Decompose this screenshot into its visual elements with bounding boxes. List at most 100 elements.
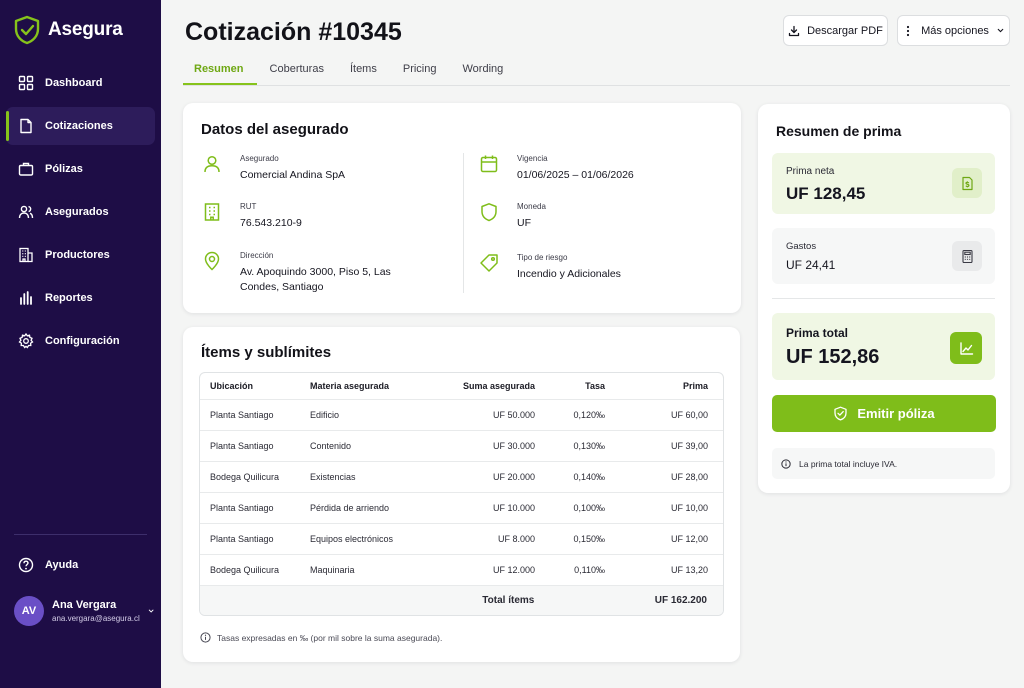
sidebar-item-label: Reportes (45, 292, 93, 304)
field-label: Dirección (240, 251, 274, 260)
tab-resumen[interactable]: Resumen (183, 57, 257, 85)
table-row[interactable]: Bodega Quilicura Maquinaria UF 12.000 0,… (200, 555, 723, 586)
cell-suma: UF 12.000 (492, 565, 535, 575)
more-options-label: Más opciones (921, 24, 989, 37)
cell-materia: Equipos electrónicos (310, 534, 394, 544)
field-value: 76.543.210-9 (240, 217, 302, 229)
user-name: Ana Vergara (52, 599, 117, 611)
sidebar-item-label: Asegurados (45, 206, 109, 218)
card-title: Resumen de prima (776, 123, 902, 139)
tab-wording[interactable]: Wording (449, 57, 516, 85)
column-header[interactable]: Tasa (535, 381, 605, 391)
sidebar-item-cotizaciones[interactable]: Cotizaciones (6, 107, 155, 145)
cell-ubicacion: Planta Santiago (210, 503, 274, 513)
column-header[interactable]: Prima (605, 381, 708, 391)
sidebar-item-dashboard[interactable]: Dashboard (6, 64, 155, 102)
cell-suma: UF 20.000 (492, 472, 535, 482)
prima-neta-label: Prima neta (786, 166, 835, 177)
field-vigencia: Vigencia 01/06/2025 – 01/06/2026 (479, 154, 634, 183)
column-header[interactable]: Materia asegurada (310, 381, 425, 391)
table-row[interactable]: Planta Santiago Contenido UF 30.000 0,13… (200, 431, 723, 462)
info-icon (781, 458, 791, 469)
table-row[interactable]: Planta Santiago Edificio UF 50.000 0,120… (200, 400, 723, 431)
gastos-value: UF 24,41 (786, 258, 836, 272)
cell-materia: Pérdida de arriendo (310, 503, 390, 513)
table-row[interactable]: Planta Santiago Equipos electrónicos UF … (200, 524, 723, 555)
total-value: UF 162.200 (654, 595, 707, 606)
brand-logo[interactable]: Asegura (14, 15, 123, 45)
field-value: Comercial Andina SpA (240, 169, 346, 181)
insured-data-card: Datos del asegurado Asegurado Comercial … (183, 103, 741, 313)
summary-divider (772, 298, 995, 299)
gear-icon (18, 333, 34, 349)
column-divider (463, 153, 464, 293)
table-total-row: Total ítems UF 162.200 (200, 586, 723, 615)
bar-chart-icon (20, 291, 32, 305)
download-pdf-label: Descargar PDF (807, 24, 883, 37)
cell-ubicacion: Planta Santiago (210, 410, 274, 420)
table-row[interactable]: Bodega Quilicura Existencias UF 20.000 0… (200, 462, 723, 493)
sidebar-nav: Dashboard Cotizaciones Pólizas Asegurado… (6, 64, 155, 365)
field-value: 01/06/2025 – 01/06/2026 (517, 169, 634, 181)
prima-total-value: UF 152,86 (786, 346, 880, 368)
building-icon (19, 247, 33, 263)
sidebar-divider (14, 534, 147, 535)
sidebar-item-configuracion[interactable]: Configuración (6, 322, 155, 360)
cell-materia: Edificio (310, 410, 340, 420)
sidebar: Asegura Dashboard Cotizaciones Pólizas A… (0, 0, 161, 688)
tab-coberturas[interactable]: Coberturas (257, 57, 337, 85)
chevron-down-icon (997, 28, 1004, 33)
info-icon (200, 632, 211, 643)
page-title: Cotización #10345 (185, 18, 402, 46)
field-value-line2: Condes, Santiago (240, 281, 324, 293)
prima-neta-value: UF 128,45 (786, 184, 866, 203)
cell-prima: UF 13,20 (670, 565, 708, 575)
cell-ubicacion: Bodega Quilicura (210, 472, 280, 482)
sidebar-item-label: Dashboard (45, 77, 103, 89)
cell-ubicacion: Planta Santiago (210, 441, 274, 451)
cell-ubicacion: Bodega Quilicura (210, 565, 280, 575)
iva-note: La prima total incluye IVA. (772, 448, 995, 479)
avatar: AV (14, 596, 44, 626)
sidebar-item-label: Cotizaciones (45, 120, 113, 132)
sidebar-item-reportes[interactable]: Reportes (6, 279, 155, 317)
sidebar-item-polizas[interactable]: Pólizas (6, 150, 155, 188)
table-header: Ubicación Materia asegurada Suma asegura… (200, 373, 723, 400)
kebab-icon (906, 25, 910, 36)
tab-pricing[interactable]: Pricing (390, 57, 450, 85)
tab-items[interactable]: Ítems (337, 57, 390, 85)
field-direccion: Dirección Av. Apoquindo 3000, Piso 5, La… (202, 251, 391, 295)
sidebar-item-label: Productores (45, 249, 110, 261)
download-pdf-button[interactable]: Descargar PDF (783, 15, 888, 46)
cell-suma: UF 8.000 (497, 534, 535, 544)
grid-icon (18, 75, 34, 91)
prima-neta-box: Prima neta UF 128,45 (772, 153, 995, 214)
user-menu[interactable]: AV Ana Vergara ana.vergara@asegura.cl (14, 596, 154, 626)
emit-policy-button[interactable]: Emitir póliza (772, 395, 996, 432)
shield-icon (481, 203, 497, 222)
shield-check-icon (834, 406, 847, 421)
gastos-box: Gastos UF 24,41 (772, 228, 995, 284)
column-header[interactable]: Ubicación (200, 381, 310, 391)
cell-tasa: 0,100‰ (573, 503, 605, 513)
cell-prima: UF 60,00 (670, 410, 708, 420)
sidebar-item-ayuda[interactable]: Ayuda (6, 546, 155, 584)
chevron-down-icon[interactable] (148, 606, 154, 616)
download-icon (788, 25, 800, 36)
items-table: Ubicación Materia asegurada Suma asegura… (199, 372, 724, 616)
field-value: UF (517, 217, 531, 229)
calendar-icon (480, 155, 498, 173)
table-row[interactable]: Planta Santiago Pérdida de arriendo UF 1… (200, 493, 723, 524)
sidebar-item-productores[interactable]: Productores (6, 236, 155, 274)
note-text: Tasas expresadas en ‰ (por mil sobre la … (217, 632, 443, 643)
field-label: Tipo de riesgo (517, 253, 568, 262)
cell-prima: UF 39,00 (670, 441, 708, 451)
field-tipo-riesgo: Tipo de riesgo Incendio y Adicionales (479, 253, 621, 282)
help-section: Ayuda (6, 546, 155, 589)
cell-prima: UF 10,00 (670, 503, 708, 513)
cell-tasa: 0,140‰ (573, 472, 605, 482)
column-header[interactable]: Suma asegurada (425, 381, 535, 391)
sidebar-item-asegurados[interactable]: Asegurados (6, 193, 155, 231)
field-value: Incendio y Adicionales (517, 268, 621, 280)
more-options-button[interactable]: Más opciones (897, 15, 1010, 46)
